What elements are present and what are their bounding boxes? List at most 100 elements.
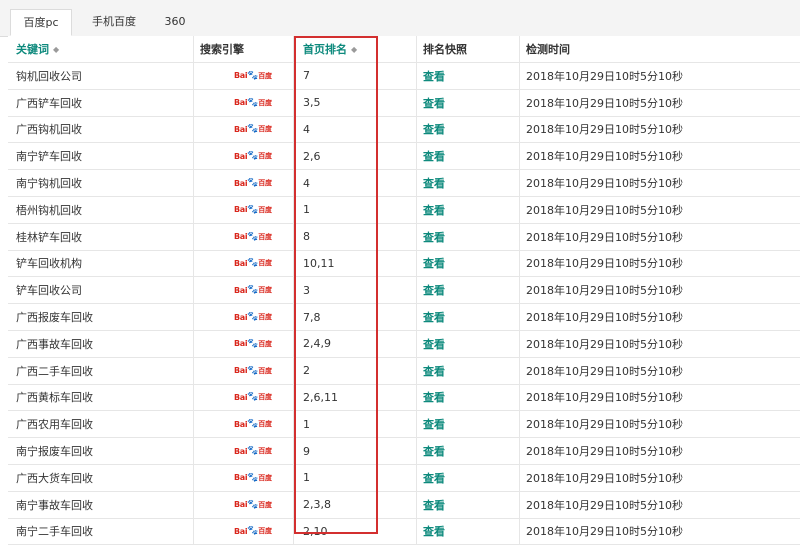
view-snapshot-link[interactable]: 查看 bbox=[423, 363, 445, 379]
check-time-text: 2018年10月29日10时5分10秒 bbox=[526, 498, 683, 512]
engine-cell: Bai 🐾 百度 bbox=[194, 465, 294, 491]
tab-360[interactable]: 360 bbox=[158, 9, 192, 36]
keyword-text: 广西黄标车回收 bbox=[16, 391, 93, 405]
view-snapshot-link[interactable]: 查看 bbox=[423, 309, 445, 325]
time-cell: 2018年10月29日10时5分10秒 bbox=[520, 277, 800, 303]
keyword-text: 桂林铲车回收 bbox=[16, 230, 82, 244]
rank-cell: 1 bbox=[294, 197, 417, 223]
keyword-cell: 南宁二手车回收 bbox=[8, 518, 194, 545]
snapshot-cell: 查看 bbox=[417, 63, 520, 89]
table-row: 广西大货车回收 Bai 🐾 百度 1 查看 2018年10月29日10时5分10秒 bbox=[8, 465, 800, 492]
column-header-keyword[interactable]: 关键词 ◆ bbox=[8, 36, 194, 62]
time-cell: 2018年10月29日10时5分10秒 bbox=[520, 63, 800, 89]
snapshot-cell: 查看 bbox=[417, 143, 520, 170]
snapshot-cell: 查看 bbox=[417, 384, 520, 411]
keyword-cell: 铲车回收公司 bbox=[8, 277, 194, 304]
check-time-text: 2018年10月29日10时5分10秒 bbox=[526, 69, 683, 83]
snapshot-cell: 查看 bbox=[417, 197, 520, 223]
keyword-cell: 广西钩机回收 bbox=[8, 116, 194, 143]
baidu-logo-icon: Bai 🐾 百度 bbox=[234, 312, 272, 323]
snapshot-cell: 查看 bbox=[417, 250, 520, 277]
check-time-text: 2018年10月29日10时5分10秒 bbox=[526, 364, 683, 378]
keyword-text: 梧州钩机回收 bbox=[16, 203, 82, 217]
rank-cell: 8 bbox=[294, 223, 417, 250]
column-label-keyword[interactable]: 关键词 bbox=[16, 41, 49, 57]
baidu-logo-icon: Bai 🐾 百度 bbox=[234, 392, 272, 403]
check-time-text: 2018年10月29日10时5分10秒 bbox=[526, 177, 683, 191]
snapshot-cell: 查看 bbox=[417, 491, 520, 518]
engine-cell: Bai 🐾 百度 bbox=[194, 331, 294, 357]
sort-icon[interactable]: ◆ bbox=[351, 45, 357, 54]
tab-mobile-baidu[interactable]: 手机百度 bbox=[82, 9, 146, 36]
table-row: 广西铲车回收 Bai 🐾 百度 3,5 查看 2018年10月29日10时5分10秒 bbox=[8, 89, 800, 117]
view-snapshot-link[interactable]: 查看 bbox=[423, 229, 445, 245]
column-label-rank[interactable]: 首页排名 bbox=[303, 41, 347, 57]
column-label-snapshot: 排名快照 bbox=[423, 43, 467, 56]
view-snapshot-link[interactable]: 查看 bbox=[423, 416, 445, 432]
keyword-text: 铲车回收机构 bbox=[16, 257, 82, 271]
snapshot-cell: 查看 bbox=[417, 465, 520, 491]
baidu-logo-icon: Bai 🐾 百度 bbox=[234, 446, 272, 457]
check-time-text: 2018年10月29日10时5分10秒 bbox=[526, 230, 683, 244]
view-snapshot-link[interactable]: 查看 bbox=[423, 121, 445, 137]
table-row: 梧州钩机回收 Bai 🐾 百度 1 查看 2018年10月29日10时5分10秒 bbox=[8, 197, 800, 224]
view-snapshot-link[interactable]: 查看 bbox=[423, 148, 445, 164]
rank-text: 1 bbox=[303, 203, 310, 217]
snapshot-cell: 查看 bbox=[417, 518, 520, 545]
keyword-cell: 广西事故车回收 bbox=[8, 331, 194, 357]
rank-text: 2,6 bbox=[303, 149, 321, 163]
view-snapshot-link[interactable]: 查看 bbox=[423, 282, 445, 298]
check-time-text: 2018年10月29日10时5分10秒 bbox=[526, 418, 683, 432]
check-time-text: 2018年10月29日10时5分10秒 bbox=[526, 391, 683, 405]
check-time-text: 2018年10月29日10时5分10秒 bbox=[526, 471, 683, 485]
engine-cell: Bai 🐾 百度 bbox=[194, 518, 294, 545]
keyword-text: 南宁事故车回收 bbox=[16, 498, 93, 512]
check-time-text: 2018年10月29日10时5分10秒 bbox=[526, 311, 683, 325]
table-row: 广西事故车回收 Bai 🐾 百度 2,4,9 查看 2018年10月29日10时5分10秒 bbox=[8, 331, 800, 358]
keyword-cell: 钩机回收公司 bbox=[8, 63, 194, 89]
keyword-cell: 铲车回收机构 bbox=[8, 250, 194, 277]
engine-cell: Bai 🐾 百度 bbox=[194, 197, 294, 223]
view-snapshot-link[interactable]: 查看 bbox=[423, 443, 445, 459]
keyword-cell: 南宁报废车回收 bbox=[8, 438, 194, 464]
keyword-text: 广西二手车回收 bbox=[16, 364, 93, 378]
engine-cell: Bai 🐾 百度 bbox=[194, 304, 294, 330]
view-snapshot-link[interactable]: 查看 bbox=[423, 68, 445, 84]
check-time-text: 2018年10月29日10时5分10秒 bbox=[526, 284, 683, 298]
keyword-cell: 广西铲车回收 bbox=[8, 89, 194, 116]
keyword-cell: 广西报废车回收 bbox=[8, 304, 194, 330]
engine-cell: Bai 🐾 百度 bbox=[194, 277, 294, 304]
column-header-rank[interactable]: 首页排名 ◆ bbox=[294, 36, 417, 62]
column-header-time: 检测时间 bbox=[520, 36, 800, 62]
time-cell: 2018年10月29日10时5分10秒 bbox=[520, 358, 800, 384]
keyword-text: 广西报废车回收 bbox=[16, 311, 93, 325]
rank-cell: 2,6,11 bbox=[294, 384, 417, 411]
view-snapshot-link[interactable]: 查看 bbox=[423, 497, 445, 513]
rank-text: 10,11 bbox=[303, 256, 335, 270]
table-row: 南宁钩机回收 Bai 🐾 百度 4 查看 2018年10月29日10时5分10秒 bbox=[8, 170, 800, 197]
view-snapshot-link[interactable]: 查看 bbox=[423, 336, 445, 352]
view-snapshot-link[interactable]: 查看 bbox=[423, 95, 445, 111]
rank-cell: 7,8 bbox=[294, 304, 417, 330]
baidu-logo-icon: Bai 🐾 百度 bbox=[234, 70, 272, 81]
rank-text: 2 bbox=[303, 364, 310, 378]
view-snapshot-link[interactable]: 查看 bbox=[423, 523, 445, 539]
keyword-text: 南宁二手车回收 bbox=[16, 525, 93, 539]
table-row: 南宁事故车回收 Bai 🐾 百度 2,3,8 查看 2018年10月29日10时5分10秒 bbox=[8, 491, 800, 519]
keyword-cell: 广西大货车回收 bbox=[8, 465, 194, 491]
tab-baidu-pc[interactable]: 百度pc bbox=[10, 9, 72, 36]
view-snapshot-link[interactable]: 查看 bbox=[423, 389, 445, 405]
view-snapshot-link[interactable]: 查看 bbox=[423, 470, 445, 486]
table-row: 广西钩机回收 Bai 🐾 百度 4 查看 2018年10月29日10时5分10秒 bbox=[8, 116, 800, 144]
view-snapshot-link[interactable]: 查看 bbox=[423, 255, 445, 271]
column-header-snapshot: 排名快照 bbox=[417, 36, 520, 62]
engine-cell: Bai 🐾 百度 bbox=[194, 384, 294, 411]
baidu-logo-icon: Bai 🐾 百度 bbox=[234, 258, 272, 269]
time-cell: 2018年10月29日10时5分10秒 bbox=[520, 197, 800, 223]
view-snapshot-link[interactable]: 查看 bbox=[423, 175, 445, 191]
snapshot-cell: 查看 bbox=[417, 223, 520, 250]
sort-icon[interactable]: ◆ bbox=[53, 45, 59, 54]
table-row: 南宁铲车回收 Bai 🐾 百度 2,6 查看 2018年10月29日10时5分10秒 bbox=[8, 143, 800, 171]
view-snapshot-link[interactable]: 查看 bbox=[423, 202, 445, 218]
rank-text: 9 bbox=[303, 444, 310, 458]
